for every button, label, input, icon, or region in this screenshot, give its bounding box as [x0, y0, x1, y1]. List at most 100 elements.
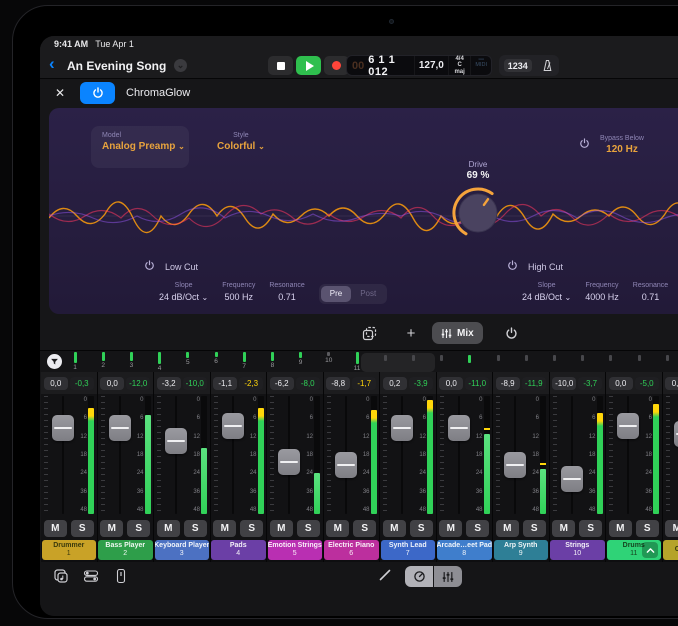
- bypass-below-control[interactable]: Bypass Below 120 Hz: [600, 135, 644, 155]
- fader-lane[interactable]: [673, 394, 678, 516]
- mute-button[interactable]: M: [270, 520, 293, 537]
- ruler-tick[interactable]: [378, 355, 392, 361]
- ruler-tick[interactable]: [519, 355, 533, 361]
- high-cut-slope[interactable]: Slope 24 dB/Oct ⌄: [522, 282, 571, 302]
- high-cut-frequency[interactable]: Frequency 4000 Hz: [585, 282, 619, 302]
- mute-button[interactable]: M: [665, 520, 678, 537]
- ruler-tick[interactable]: 4: [153, 352, 167, 372]
- close-plugin-icon[interactable]: ✕: [55, 86, 65, 100]
- mute-button[interactable]: M: [44, 520, 67, 537]
- mute-button[interactable]: M: [552, 520, 575, 537]
- fader-cap[interactable]: [222, 413, 244, 439]
- track-name-bar[interactable]: Arp Synth9: [494, 540, 549, 560]
- ruler-tick[interactable]: [463, 355, 477, 363]
- knobs-mode-button[interactable]: [405, 566, 433, 587]
- count-in-button[interactable]: 1234: [504, 59, 532, 72]
- solo-button[interactable]: S: [127, 520, 150, 537]
- fader-lane[interactable]: [108, 394, 132, 516]
- ruler-tick[interactable]: [660, 355, 674, 361]
- ruler-tick[interactable]: [547, 355, 561, 361]
- bypass-power-button[interactable]: [579, 136, 590, 154]
- ruler-tick[interactable]: 1: [68, 352, 82, 371]
- model-selector[interactable]: Model Analog Preamp ⌄: [91, 126, 189, 168]
- solo-button[interactable]: S: [353, 520, 376, 537]
- mute-button[interactable]: M: [213, 520, 236, 537]
- mute-button[interactable]: M: [383, 520, 406, 537]
- song-menu-chevron-icon[interactable]: ⌄: [174, 59, 187, 72]
- ruler-tick[interactable]: 9: [294, 352, 308, 366]
- song-title[interactable]: An Evening Song: [67, 59, 166, 73]
- loop-browser-button[interactable]: [53, 568, 69, 589]
- ruler-tick[interactable]: 2: [96, 352, 110, 369]
- drive-control[interactable]: Drive 69 %: [443, 160, 513, 246]
- ruler-tick[interactable]: [435, 355, 449, 361]
- fader-lane[interactable]: [390, 394, 414, 516]
- ruler-tick[interactable]: [604, 355, 618, 361]
- back-chevron-icon[interactable]: ‹: [49, 54, 55, 74]
- low-cut-slope[interactable]: Slope 24 dB/Oct ⌄: [159, 282, 208, 302]
- track-ruler[interactable]: 12345 6 78 9 10 11: [40, 350, 678, 372]
- fader-lane[interactable]: [221, 394, 245, 516]
- stop-button[interactable]: [268, 56, 293, 75]
- fader-cap[interactable]: [617, 413, 639, 439]
- pencil-tool-button[interactable]: [378, 568, 392, 587]
- fader-lane[interactable]: [164, 394, 188, 516]
- ruler-tick[interactable]: 3: [124, 352, 138, 369]
- low-cut-frequency[interactable]: Frequency 500 Hz: [222, 282, 255, 302]
- ruler-tick[interactable]: 7: [237, 352, 251, 370]
- solo-button[interactable]: S: [466, 520, 489, 537]
- plugin-power-button[interactable]: [80, 82, 115, 104]
- mute-button[interactable]: M: [609, 520, 632, 537]
- drive-knob[interactable]: [450, 185, 506, 241]
- ruler-tick[interactable]: 10: [322, 352, 336, 364]
- fader-cap[interactable]: [109, 415, 131, 441]
- fader-cap[interactable]: [504, 452, 526, 478]
- mute-button[interactable]: M: [100, 520, 123, 537]
- fader-cap[interactable]: [674, 421, 678, 447]
- fader-lane[interactable]: [560, 394, 584, 516]
- fader-lane[interactable]: [447, 394, 471, 516]
- pre-button[interactable]: Pre: [321, 286, 351, 302]
- editor-button[interactable]: [113, 568, 129, 589]
- high-cut-resonance[interactable]: Resonance 0.71: [633, 282, 668, 302]
- fader-cap[interactable]: [52, 415, 74, 441]
- fader-cap[interactable]: [278, 449, 300, 475]
- ruler-tick[interactable]: 5: [181, 352, 195, 366]
- solo-button[interactable]: S: [71, 520, 94, 537]
- style-selector[interactable]: Style Colorful ⌄: [217, 132, 265, 152]
- track-name-bar[interactable]: Bass Player2: [98, 540, 153, 560]
- solo-button[interactable]: S: [184, 520, 207, 537]
- track-name-bar[interactable]: Emotion Strings5: [268, 540, 323, 560]
- filter-tracks-button[interactable]: [47, 354, 62, 369]
- track-name-bar[interactable]: Keyboard Player3: [155, 540, 210, 560]
- patch-browser-button[interactable]: [83, 568, 99, 589]
- ruler-tick[interactable]: [406, 355, 420, 361]
- ruler-tick[interactable]: 8: [265, 352, 279, 369]
- mixer-power-button[interactable]: [500, 322, 522, 344]
- solo-button[interactable]: S: [523, 520, 546, 537]
- ruler-tick[interactable]: [491, 355, 505, 361]
- duplicate-button[interactable]: [358, 322, 380, 344]
- fader-cap[interactable]: [391, 415, 413, 441]
- metronome-button[interactable]: [541, 59, 554, 72]
- solo-button[interactable]: S: [297, 520, 320, 537]
- track-name-bar[interactable]: Pads4: [211, 540, 266, 560]
- ruler-tick[interactable]: [576, 355, 590, 361]
- fader-lane[interactable]: [277, 394, 301, 516]
- track-name-bar[interactable]: Synth Lead7: [381, 540, 436, 560]
- solo-button[interactable]: S: [240, 520, 263, 537]
- fader-lane[interactable]: [616, 394, 640, 516]
- track-name-bar[interactable]: Electric Piano6: [324, 540, 379, 560]
- fader-cap[interactable]: [335, 452, 357, 478]
- mute-button[interactable]: M: [496, 520, 519, 537]
- fader-lane[interactable]: [334, 394, 358, 516]
- solo-button[interactable]: S: [410, 520, 433, 537]
- high-cut-power-button[interactable]: [507, 260, 518, 273]
- ruler-tick[interactable]: 6: [209, 352, 223, 365]
- track-name-bar[interactable]: Drums11: [607, 540, 662, 560]
- fader-cap[interactable]: [448, 415, 470, 441]
- ruler-tick[interactable]: 11: [350, 352, 364, 372]
- add-track-button[interactable]: +: [400, 322, 422, 344]
- faders-mode-button[interactable]: [434, 566, 462, 587]
- collapse-chevron-button[interactable]: [642, 542, 658, 558]
